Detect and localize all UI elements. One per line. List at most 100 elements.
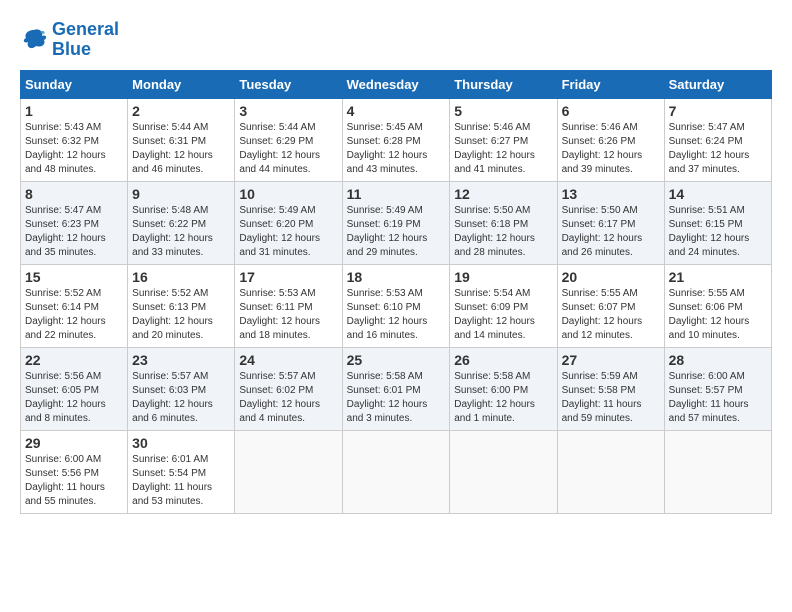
day-number: 28: [669, 352, 767, 368]
day-number: 1: [25, 103, 123, 119]
day-number: 15: [25, 269, 123, 285]
calendar-cell: 26 Sunrise: 5:58 AMSunset: 6:00 PMDaylig…: [450, 347, 557, 430]
calendar-cell: 4 Sunrise: 5:45 AMSunset: 6:28 PMDayligh…: [342, 98, 450, 181]
calendar-week-row: 22 Sunrise: 5:56 AMSunset: 6:05 PMDaylig…: [21, 347, 772, 430]
calendar-cell: [557, 430, 664, 513]
logo-text: General Blue: [52, 20, 119, 60]
day-number: 19: [454, 269, 552, 285]
day-number: 29: [25, 435, 123, 451]
calendar-cell: 13 Sunrise: 5:50 AMSunset: 6:17 PMDaylig…: [557, 181, 664, 264]
day-info: Sunrise: 5:44 AMSunset: 6:29 PMDaylight:…: [239, 121, 337, 177]
day-info: Sunrise: 5:59 AMSunset: 5:58 PMDaylight:…: [562, 370, 660, 426]
calendar-cell: [664, 430, 771, 513]
day-number: 4: [347, 103, 446, 119]
weekday-header-saturday: Saturday: [664, 70, 771, 98]
day-info: Sunrise: 5:46 AMSunset: 6:26 PMDaylight:…: [562, 121, 660, 177]
day-info: Sunrise: 5:50 AMSunset: 6:17 PMDaylight:…: [562, 204, 660, 260]
calendar-cell: 22 Sunrise: 5:56 AMSunset: 6:05 PMDaylig…: [21, 347, 128, 430]
day-info: Sunrise: 5:53 AMSunset: 6:11 PMDaylight:…: [239, 287, 337, 343]
day-number: 2: [132, 103, 230, 119]
day-info: Sunrise: 6:00 AMSunset: 5:56 PMDaylight:…: [25, 453, 123, 509]
day-number: 5: [454, 103, 552, 119]
day-info: Sunrise: 5:47 AMSunset: 6:23 PMDaylight:…: [25, 204, 123, 260]
day-number: 16: [132, 269, 230, 285]
day-number: 3: [239, 103, 337, 119]
calendar-cell: 5 Sunrise: 5:46 AMSunset: 6:27 PMDayligh…: [450, 98, 557, 181]
day-info: Sunrise: 6:01 AMSunset: 5:54 PMDaylight:…: [132, 453, 230, 509]
logo-icon: [20, 26, 48, 54]
calendar-week-row: 29 Sunrise: 6:00 AMSunset: 5:56 PMDaylig…: [21, 430, 772, 513]
day-info: Sunrise: 5:52 AMSunset: 6:14 PMDaylight:…: [25, 287, 123, 343]
day-info: Sunrise: 5:49 AMSunset: 6:20 PMDaylight:…: [239, 204, 337, 260]
weekday-header-friday: Friday: [557, 70, 664, 98]
day-number: 11: [347, 186, 446, 202]
page-header: General Blue: [20, 20, 772, 60]
weekday-header-sunday: Sunday: [21, 70, 128, 98]
day-number: 21: [669, 269, 767, 285]
day-number: 6: [562, 103, 660, 119]
weekday-header-wednesday: Wednesday: [342, 70, 450, 98]
day-info: Sunrise: 5:54 AMSunset: 6:09 PMDaylight:…: [454, 287, 552, 343]
calendar-cell: 2 Sunrise: 5:44 AMSunset: 6:31 PMDayligh…: [128, 98, 235, 181]
day-info: Sunrise: 5:46 AMSunset: 6:27 PMDaylight:…: [454, 121, 552, 177]
day-info: Sunrise: 5:51 AMSunset: 6:15 PMDaylight:…: [669, 204, 767, 260]
day-info: Sunrise: 5:56 AMSunset: 6:05 PMDaylight:…: [25, 370, 123, 426]
calendar-week-row: 15 Sunrise: 5:52 AMSunset: 6:14 PMDaylig…: [21, 264, 772, 347]
day-info: Sunrise: 5:57 AMSunset: 6:02 PMDaylight:…: [239, 370, 337, 426]
calendar-cell: 21 Sunrise: 5:55 AMSunset: 6:06 PMDaylig…: [664, 264, 771, 347]
calendar-cell: 14 Sunrise: 5:51 AMSunset: 6:15 PMDaylig…: [664, 181, 771, 264]
day-number: 25: [347, 352, 446, 368]
weekday-header-row: SundayMondayTuesdayWednesdayThursdayFrid…: [21, 70, 772, 98]
day-number: 23: [132, 352, 230, 368]
day-number: 22: [25, 352, 123, 368]
day-number: 10: [239, 186, 337, 202]
calendar-cell: 25 Sunrise: 5:58 AMSunset: 6:01 PMDaylig…: [342, 347, 450, 430]
calendar-body: 1 Sunrise: 5:43 AMSunset: 6:32 PMDayligh…: [21, 98, 772, 513]
day-info: Sunrise: 5:49 AMSunset: 6:19 PMDaylight:…: [347, 204, 446, 260]
day-info: Sunrise: 5:58 AMSunset: 6:01 PMDaylight:…: [347, 370, 446, 426]
calendar-header: SundayMondayTuesdayWednesdayThursdayFrid…: [21, 70, 772, 98]
weekday-header-thursday: Thursday: [450, 70, 557, 98]
day-number: 24: [239, 352, 337, 368]
day-number: 17: [239, 269, 337, 285]
day-number: 8: [25, 186, 123, 202]
calendar-cell: [342, 430, 450, 513]
calendar-cell: 24 Sunrise: 5:57 AMSunset: 6:02 PMDaylig…: [235, 347, 342, 430]
day-info: Sunrise: 5:53 AMSunset: 6:10 PMDaylight:…: [347, 287, 446, 343]
calendar-cell: 27 Sunrise: 5:59 AMSunset: 5:58 PMDaylig…: [557, 347, 664, 430]
calendar-cell: 29 Sunrise: 6:00 AMSunset: 5:56 PMDaylig…: [21, 430, 128, 513]
day-info: Sunrise: 5:55 AMSunset: 6:07 PMDaylight:…: [562, 287, 660, 343]
calendar-cell: 7 Sunrise: 5:47 AMSunset: 6:24 PMDayligh…: [664, 98, 771, 181]
calendar-cell: 16 Sunrise: 5:52 AMSunset: 6:13 PMDaylig…: [128, 264, 235, 347]
day-info: Sunrise: 5:50 AMSunset: 6:18 PMDaylight:…: [454, 204, 552, 260]
day-info: Sunrise: 6:00 AMSunset: 5:57 PMDaylight:…: [669, 370, 767, 426]
calendar-cell: 1 Sunrise: 5:43 AMSunset: 6:32 PMDayligh…: [21, 98, 128, 181]
calendar-cell: 18 Sunrise: 5:53 AMSunset: 6:10 PMDaylig…: [342, 264, 450, 347]
day-info: Sunrise: 5:44 AMSunset: 6:31 PMDaylight:…: [132, 121, 230, 177]
calendar-week-row: 8 Sunrise: 5:47 AMSunset: 6:23 PMDayligh…: [21, 181, 772, 264]
calendar-cell: 23 Sunrise: 5:57 AMSunset: 6:03 PMDaylig…: [128, 347, 235, 430]
logo: General Blue: [20, 20, 119, 60]
day-info: Sunrise: 5:47 AMSunset: 6:24 PMDaylight:…: [669, 121, 767, 177]
calendar-cell: 19 Sunrise: 5:54 AMSunset: 6:09 PMDaylig…: [450, 264, 557, 347]
calendar-cell: 12 Sunrise: 5:50 AMSunset: 6:18 PMDaylig…: [450, 181, 557, 264]
day-info: Sunrise: 5:55 AMSunset: 6:06 PMDaylight:…: [669, 287, 767, 343]
day-number: 14: [669, 186, 767, 202]
day-number: 26: [454, 352, 552, 368]
calendar-week-row: 1 Sunrise: 5:43 AMSunset: 6:32 PMDayligh…: [21, 98, 772, 181]
day-info: Sunrise: 5:48 AMSunset: 6:22 PMDaylight:…: [132, 204, 230, 260]
day-info: Sunrise: 5:43 AMSunset: 6:32 PMDaylight:…: [25, 121, 123, 177]
weekday-header-monday: Monday: [128, 70, 235, 98]
calendar-cell: 20 Sunrise: 5:55 AMSunset: 6:07 PMDaylig…: [557, 264, 664, 347]
day-number: 7: [669, 103, 767, 119]
calendar-cell: 6 Sunrise: 5:46 AMSunset: 6:26 PMDayligh…: [557, 98, 664, 181]
day-number: 13: [562, 186, 660, 202]
day-info: Sunrise: 5:57 AMSunset: 6:03 PMDaylight:…: [132, 370, 230, 426]
day-info: Sunrise: 5:52 AMSunset: 6:13 PMDaylight:…: [132, 287, 230, 343]
calendar-cell: 3 Sunrise: 5:44 AMSunset: 6:29 PMDayligh…: [235, 98, 342, 181]
day-number: 30: [132, 435, 230, 451]
calendar-cell: 15 Sunrise: 5:52 AMSunset: 6:14 PMDaylig…: [21, 264, 128, 347]
calendar-cell: 9 Sunrise: 5:48 AMSunset: 6:22 PMDayligh…: [128, 181, 235, 264]
day-number: 9: [132, 186, 230, 202]
calendar-cell: 8 Sunrise: 5:47 AMSunset: 6:23 PMDayligh…: [21, 181, 128, 264]
